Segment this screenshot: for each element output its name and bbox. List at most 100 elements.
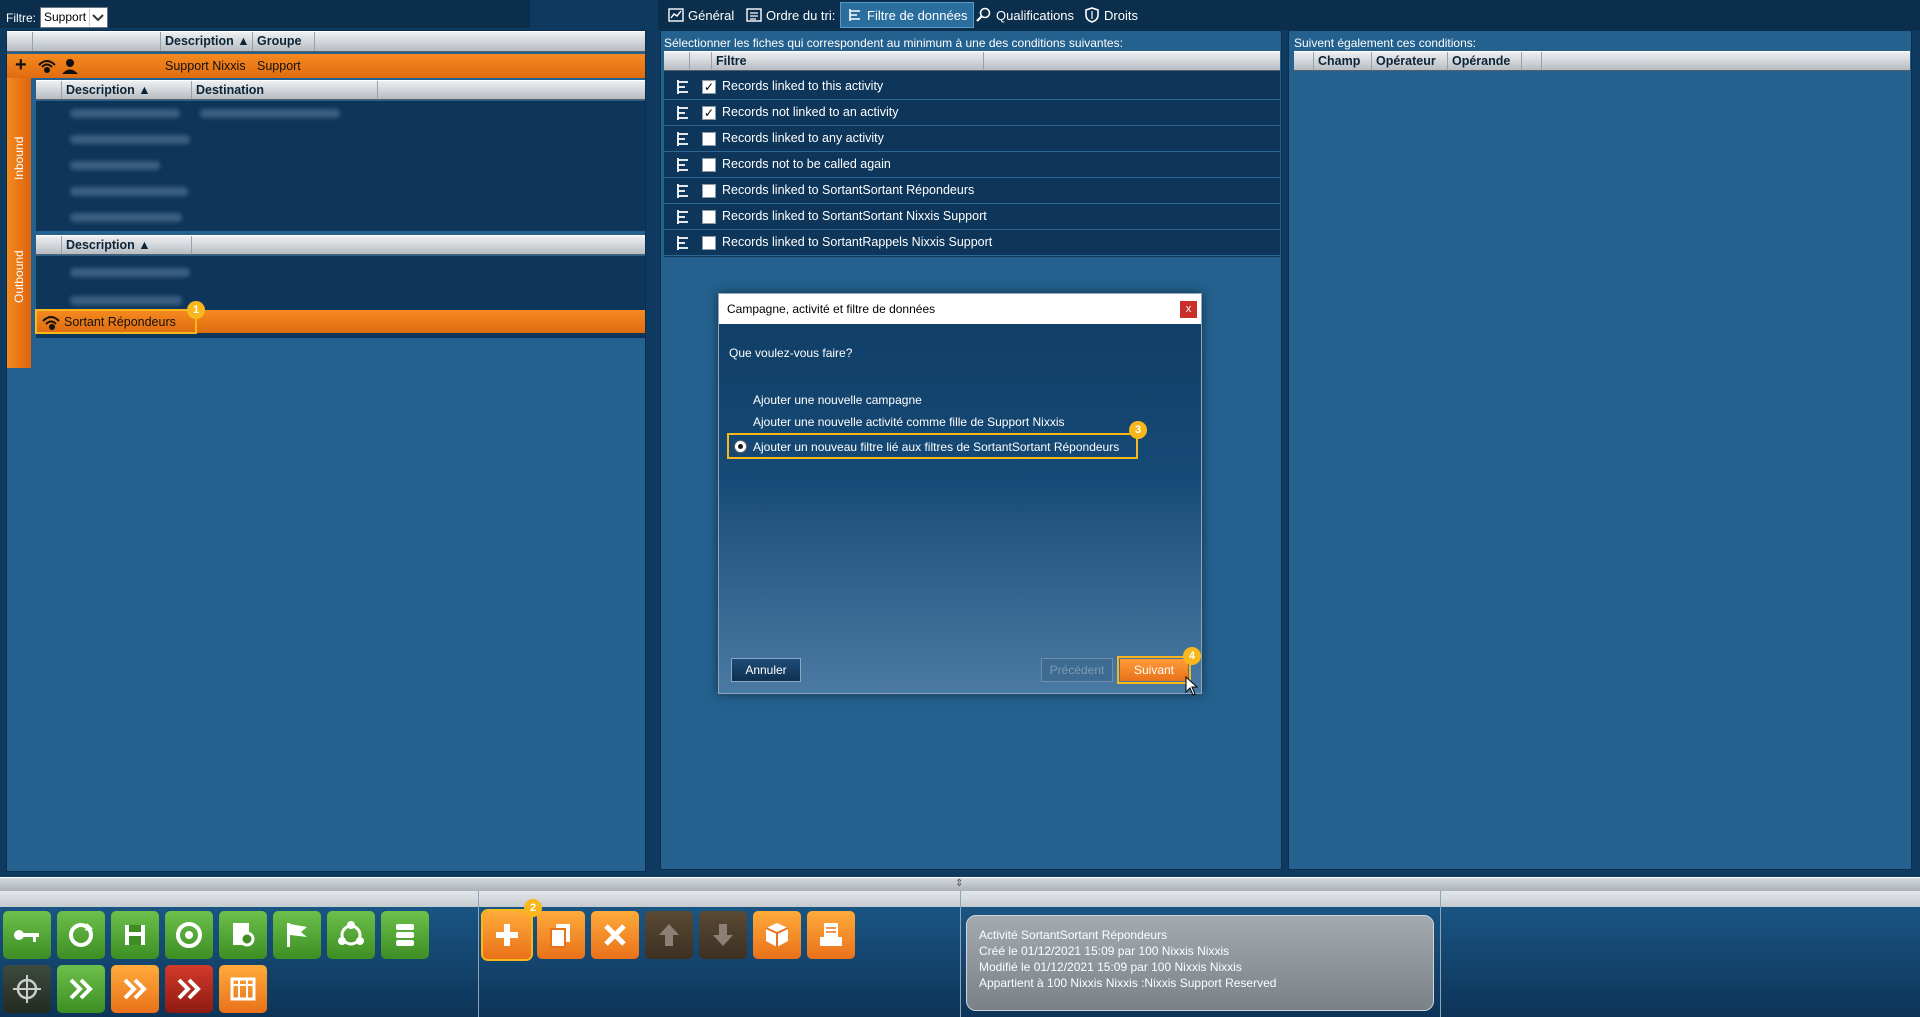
option-new-activity[interactable]: Ajouter une nouvelle activité comme fill… bbox=[753, 415, 1064, 429]
dialog-title: Campagne, activité et filtre de données bbox=[727, 302, 936, 316]
document-search-button[interactable] bbox=[219, 911, 267, 959]
flag-icon bbox=[287, 923, 307, 947]
next-button[interactable]: Suivant bbox=[1117, 656, 1191, 684]
column-operande[interactable]: Opérande bbox=[1448, 52, 1522, 70]
option-new-filter[interactable]: Ajouter un nouveau filtre lié aux filtre… bbox=[727, 433, 1138, 459]
package-button[interactable] bbox=[753, 911, 801, 959]
filter-row-label: Records not to be called again bbox=[722, 157, 891, 171]
forward-green-button[interactable] bbox=[57, 965, 105, 1013]
cancel-button[interactable]: Annuler bbox=[731, 658, 801, 682]
option-new-campaign[interactable]: Ajouter une nouvelle campagne bbox=[753, 393, 922, 407]
lifebuoy-button[interactable] bbox=[165, 911, 213, 959]
filter-select[interactable]: Support bbox=[40, 7, 108, 28]
close-button[interactable]: x bbox=[1180, 301, 1197, 318]
delete-button[interactable] bbox=[591, 911, 639, 959]
filter-row-label: Records linked to SortantRappels Nixxis … bbox=[722, 235, 993, 249]
filter-row-label: Records linked to SortantSortant Réponde… bbox=[722, 183, 975, 197]
info-owner: Appartient à 100 Nixxis Nixxis :Nixxis S… bbox=[979, 976, 1277, 990]
column-description[interactable]: Description ▲ bbox=[161, 32, 253, 51]
filter-checkbox[interactable] bbox=[702, 236, 716, 250]
arrow-down-icon bbox=[713, 924, 733, 946]
outbound-grid-header: Description ▲ bbox=[36, 235, 645, 255]
selected-activity-highlight[interactable]: Sortant Répondeurs bbox=[35, 309, 197, 334]
document-magnifier-icon bbox=[233, 923, 255, 947]
floppy-icon bbox=[125, 925, 145, 945]
inbound-column-destination[interactable]: Destination bbox=[192, 81, 378, 99]
campaign-icon bbox=[37, 57, 83, 78]
filter-row[interactable]: ✓ Records not linked to an activity bbox=[664, 100, 1280, 126]
save-button[interactable] bbox=[111, 911, 159, 959]
activity-info-box: Activité SortantSortant Répondeurs Créé … bbox=[966, 915, 1434, 1011]
filter-checkbox[interactable]: ✓ bbox=[702, 106, 716, 120]
tab-data-filter[interactable]: Filtre de données bbox=[840, 2, 975, 28]
campaign-group: Support bbox=[257, 59, 301, 73]
splitter[interactable]: ⇕ bbox=[0, 877, 1920, 891]
move-down-button[interactable] bbox=[699, 911, 747, 959]
inbound-column-description[interactable]: Description ▲ bbox=[62, 81, 192, 99]
flag-button[interactable] bbox=[273, 911, 321, 959]
database-button[interactable] bbox=[381, 911, 429, 959]
filter-tree-icon bbox=[677, 210, 688, 224]
activity-type-strip bbox=[7, 78, 31, 368]
key-button[interactable] bbox=[3, 911, 51, 959]
conditions-grid-header: Champ Opérateur Opérande bbox=[1294, 51, 1910, 71]
column-groupe[interactable]: Groupe bbox=[253, 32, 315, 51]
filter-tree-icon bbox=[677, 158, 688, 172]
inbound-label: Inbound bbox=[12, 136, 26, 180]
arrow-up-icon bbox=[659, 924, 679, 946]
tab-rights[interactable]: Droits bbox=[1078, 2, 1144, 28]
campaign-row[interactable]: + Support Nixxis Support bbox=[7, 54, 645, 78]
add-button[interactable] bbox=[481, 909, 533, 961]
duplicate-button[interactable] bbox=[537, 911, 585, 959]
database-icon bbox=[396, 924, 414, 946]
filter-checkbox[interactable] bbox=[702, 158, 716, 172]
radio-selected[interactable] bbox=[734, 440, 747, 453]
filter-checkbox[interactable] bbox=[702, 184, 716, 198]
filter-checkbox[interactable] bbox=[702, 210, 716, 224]
dialog-question: Que voulez-vous faire? bbox=[729, 346, 853, 360]
close-icon bbox=[604, 924, 626, 946]
printer-button[interactable] bbox=[807, 911, 855, 959]
option-new-filter-label: Ajouter un nouveau filtre lié aux filtre… bbox=[753, 440, 1120, 454]
filter-row-label: Records linked to any activity bbox=[722, 131, 884, 145]
filter-row[interactable]: Records linked to any activity bbox=[664, 126, 1280, 152]
forward-red-button[interactable] bbox=[165, 965, 213, 1013]
tab-sort-order[interactable]: Ordre du tri: bbox=[740, 2, 841, 28]
tab-qualifications[interactable]: Qualifications bbox=[970, 2, 1080, 28]
forward-orange-button[interactable] bbox=[111, 965, 159, 1013]
info-activity: Activité SortantSortant Répondeurs bbox=[979, 928, 1168, 942]
filter-row[interactable]: Records linked to SortantSortant Réponde… bbox=[664, 178, 1280, 204]
tab-general[interactable]: Général bbox=[662, 2, 740, 28]
filter-tree-icon bbox=[677, 184, 688, 198]
filter-row[interactable]: Records not to be called again bbox=[664, 152, 1280, 178]
column-filtre[interactable]: Filtre bbox=[712, 52, 984, 70]
crosshair-button[interactable] bbox=[3, 965, 51, 1013]
column-champ[interactable]: Champ bbox=[1314, 52, 1372, 70]
network-icon bbox=[338, 921, 364, 946]
wizard-dialog: Campagne, activité et filtre de données … bbox=[718, 293, 1202, 696]
splitter-grip-icon: ⇕ bbox=[955, 878, 964, 889]
step-badge-1: 1 bbox=[187, 301, 205, 319]
crosshair-icon bbox=[13, 975, 41, 1003]
filter-rows: ✓ Records linked to this activity ✓ Records… bbox=[664, 74, 1280, 257]
filter-row[interactable]: Records linked to SortantRappels Nixxis … bbox=[664, 230, 1280, 256]
printer-icon bbox=[820, 923, 842, 946]
column-operateur[interactable]: Opérateur bbox=[1372, 52, 1448, 70]
filter-row-label: Records not linked to an activity bbox=[722, 105, 899, 119]
refresh-button[interactable] bbox=[57, 911, 105, 959]
expand-plus-icon[interactable]: + bbox=[15, 55, 27, 75]
filter-grid: Filtre ✓ Records linked to this activity ✓… bbox=[664, 51, 1280, 257]
previous-button[interactable]: Précédent bbox=[1041, 658, 1113, 682]
table-button[interactable] bbox=[219, 965, 267, 1013]
network-button[interactable] bbox=[327, 911, 375, 959]
outbound-label: Outbound bbox=[12, 250, 26, 303]
move-up-button[interactable] bbox=[645, 911, 693, 959]
filter-checkbox[interactable]: ✓ bbox=[702, 80, 716, 94]
filter-grid-header: Filtre bbox=[664, 51, 1280, 71]
filter-checkbox[interactable] bbox=[702, 132, 716, 146]
filter-row[interactable]: ✓ Records linked to this activity bbox=[664, 74, 1280, 100]
step-badge-3: 3 bbox=[1129, 421, 1147, 439]
dialog-titlebar: Campagne, activité et filtre de données … bbox=[719, 294, 1201, 324]
filter-row[interactable]: Records linked to SortantSortant Nixxis … bbox=[664, 204, 1280, 230]
outbound-column-description[interactable]: Description ▲ bbox=[62, 236, 192, 254]
